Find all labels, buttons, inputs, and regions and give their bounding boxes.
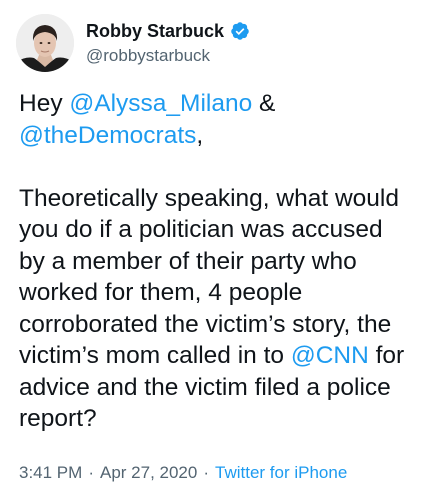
- tweet-time[interactable]: 3:41 PM: [19, 463, 82, 483]
- meta-separator: ·: [203, 463, 210, 482]
- tweet-line: Hey @Alyssa_Milano &: [19, 88, 423, 120]
- mention-link[interactable]: @theDemocrats: [19, 122, 196, 149]
- tweet-date[interactable]: Apr 27, 2020: [100, 463, 197, 483]
- verified-badge-icon: [231, 22, 249, 40]
- tweet-line: corroborated the victim’s story, the: [19, 310, 392, 338]
- tweet-text-segment: for: [368, 342, 405, 369]
- name-row: Robby Starbuck: [86, 21, 250, 42]
- tweet-text: Hey @Alyssa_Milano & @theDemocrats, Theo…: [19, 88, 423, 435]
- author-display-name[interactable]: Robby Starbuck: [86, 21, 224, 42]
- tweet-line: advice and the victim filed a police: [19, 373, 391, 401]
- mention-link[interactable]: @CNN: [291, 342, 369, 369]
- tweet-line: you do if a politician was accused: [19, 216, 383, 243]
- author-handle[interactable]: @robbystarbuck: [86, 46, 250, 66]
- tweet-meta: 3:41 PM · Apr 27, 2020 · Twitter for iPh…: [19, 463, 347, 483]
- author-names: Robby Starbuck @robbystarbuck: [86, 21, 250, 66]
- meta-separator: ·: [88, 463, 94, 482]
- tweet-text-segment: &: [252, 90, 276, 117]
- profile-photo-icon: [16, 14, 74, 72]
- tweet-line: by a member of their party who: [19, 247, 357, 275]
- mention-link[interactable]: @Alyssa_Milano: [69, 90, 252, 117]
- tweet-line: worked for them, 4 people: [19, 279, 303, 306]
- tweet-line: report?: [19, 405, 97, 432]
- tweet-header: Robby Starbuck @robbystarbuck: [16, 12, 250, 74]
- tweet-text-segment: victim’s mom called in to: [19, 342, 291, 369]
- tweet-text-segment: ,: [196, 121, 204, 149]
- tweet-line: @theDemocrats,: [19, 120, 423, 152]
- avatar[interactable]: [16, 14, 74, 72]
- tweet-source-link[interactable]: Twitter for iPhone: [215, 463, 347, 483]
- tweet-line: Theoretically speaking, what would: [19, 184, 399, 212]
- tweet-line: victim’s mom called in to @CNN for: [19, 340, 423, 372]
- tweet-card: Robby Starbuck @robbystarbuck Hey @Alyss…: [0, 0, 434, 500]
- tweet-text-segment: Hey: [19, 90, 70, 117]
